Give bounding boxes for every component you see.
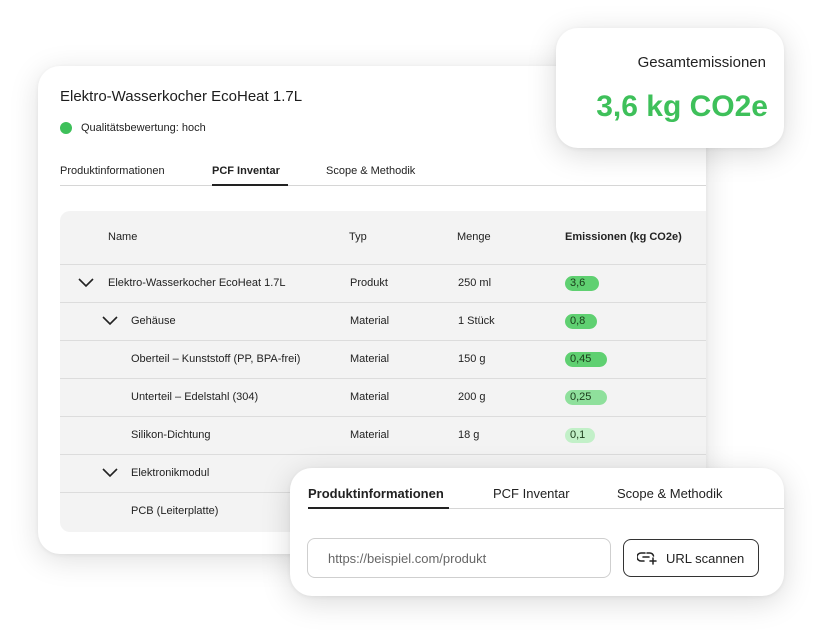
row-name: Elektro-Wasserkocher EcoHeat 1.7L: [108, 277, 286, 289]
chevron-down-icon[interactable]: [101, 464, 119, 482]
row-amount: 200 g: [458, 391, 486, 403]
quality-rating: Qualitätsbewertung: hoch: [60, 122, 206, 134]
column-header-name: Name: [108, 231, 138, 243]
row-name: Silikon-Dichtung: [131, 429, 211, 441]
tab-pcf-inventar[interactable]: PCF Inventar: [212, 165, 288, 186]
chevron-down-icon[interactable]: [101, 312, 119, 330]
chevron-down-icon[interactable]: [77, 274, 95, 292]
tab-produktinformationen[interactable]: Produktinformationen: [308, 486, 449, 509]
url-scan-card: Produktinformationen PCF Inventar Scope …: [290, 468, 784, 596]
url-scan-button[interactable]: URL scannen: [623, 539, 759, 577]
row-name: PCB (Leiterplatte): [131, 505, 219, 517]
url-tab-bar: Produktinformationen PCF Inventar Scope …: [308, 486, 784, 509]
tab-pcf-inventar[interactable]: PCF Inventar: [493, 486, 570, 509]
emission-badge: 0,45: [565, 352, 607, 367]
tab-scope-methodik[interactable]: Scope & Methodik: [326, 165, 415, 186]
row-amount: 250 ml: [458, 277, 492, 289]
row-type: Material: [350, 391, 390, 403]
tab-bar: Produktinformationen PCF Inventar Scope …: [60, 165, 706, 186]
column-header-amount: Menge: [457, 231, 491, 243]
row-name: Elektronikmodul: [131, 467, 210, 479]
column-header-type: Typ: [349, 231, 367, 243]
row-name: Gehäuse: [131, 315, 176, 327]
table-row[interactable]: Gehäuse Material 1 Stück 0,8: [60, 303, 706, 341]
row-type: Material: [350, 315, 390, 327]
emission-badge: 0,25: [565, 390, 607, 405]
row-amount: 150 g: [458, 353, 486, 365]
row-type: Material: [350, 353, 390, 365]
tab-produktinformationen[interactable]: Produktinformationen: [60, 165, 165, 186]
table-row[interactable]: Oberteil – Kunststoff (PP, BPA-frei) Mat…: [60, 341, 706, 379]
emission-badge: 3,6: [565, 276, 599, 291]
column-header-emissions: Emissionen (kg CO2e): [565, 231, 682, 243]
row-type: Material: [350, 429, 390, 441]
link-scan-icon: [637, 552, 657, 565]
total-emissions-value: 3,6 kg CO2e: [596, 90, 768, 123]
row-amount: 1 Stück: [458, 315, 495, 327]
row-type: Produkt: [350, 277, 388, 289]
total-emissions-card: Gesamtemissionen 3,6 kg CO2e: [556, 28, 784, 148]
table-row[interactable]: Silikon-Dichtung Material 18 g 0,1: [60, 417, 706, 455]
table-row[interactable]: Unterteil – Edelstahl (304) Material 200…: [60, 379, 706, 417]
status-dot-icon: [60, 122, 72, 134]
url-input[interactable]: [307, 538, 611, 578]
quality-rating-label: Qualitätsbewertung: hoch: [81, 122, 206, 134]
row-amount: 18 g: [458, 429, 480, 441]
product-title: Elektro-Wasserkocher EcoHeat 1.7L: [60, 88, 303, 105]
emission-badge: 0,8: [565, 314, 597, 329]
url-scan-button-label: URL scannen: [666, 550, 745, 566]
tab-scope-methodik[interactable]: Scope & Methodik: [617, 486, 723, 509]
total-emissions-label: Gesamtemissionen: [637, 54, 766, 71]
table-header: Name Typ Menge Emissionen (kg CO2e): [60, 211, 706, 265]
table-row[interactable]: Elektro-Wasserkocher EcoHeat 1.7L Produk…: [60, 265, 706, 303]
emission-badge: 0,1: [565, 428, 595, 443]
row-name: Oberteil – Kunststoff (PP, BPA-frei): [131, 353, 301, 365]
row-name: Unterteil – Edelstahl (304): [131, 391, 259, 403]
